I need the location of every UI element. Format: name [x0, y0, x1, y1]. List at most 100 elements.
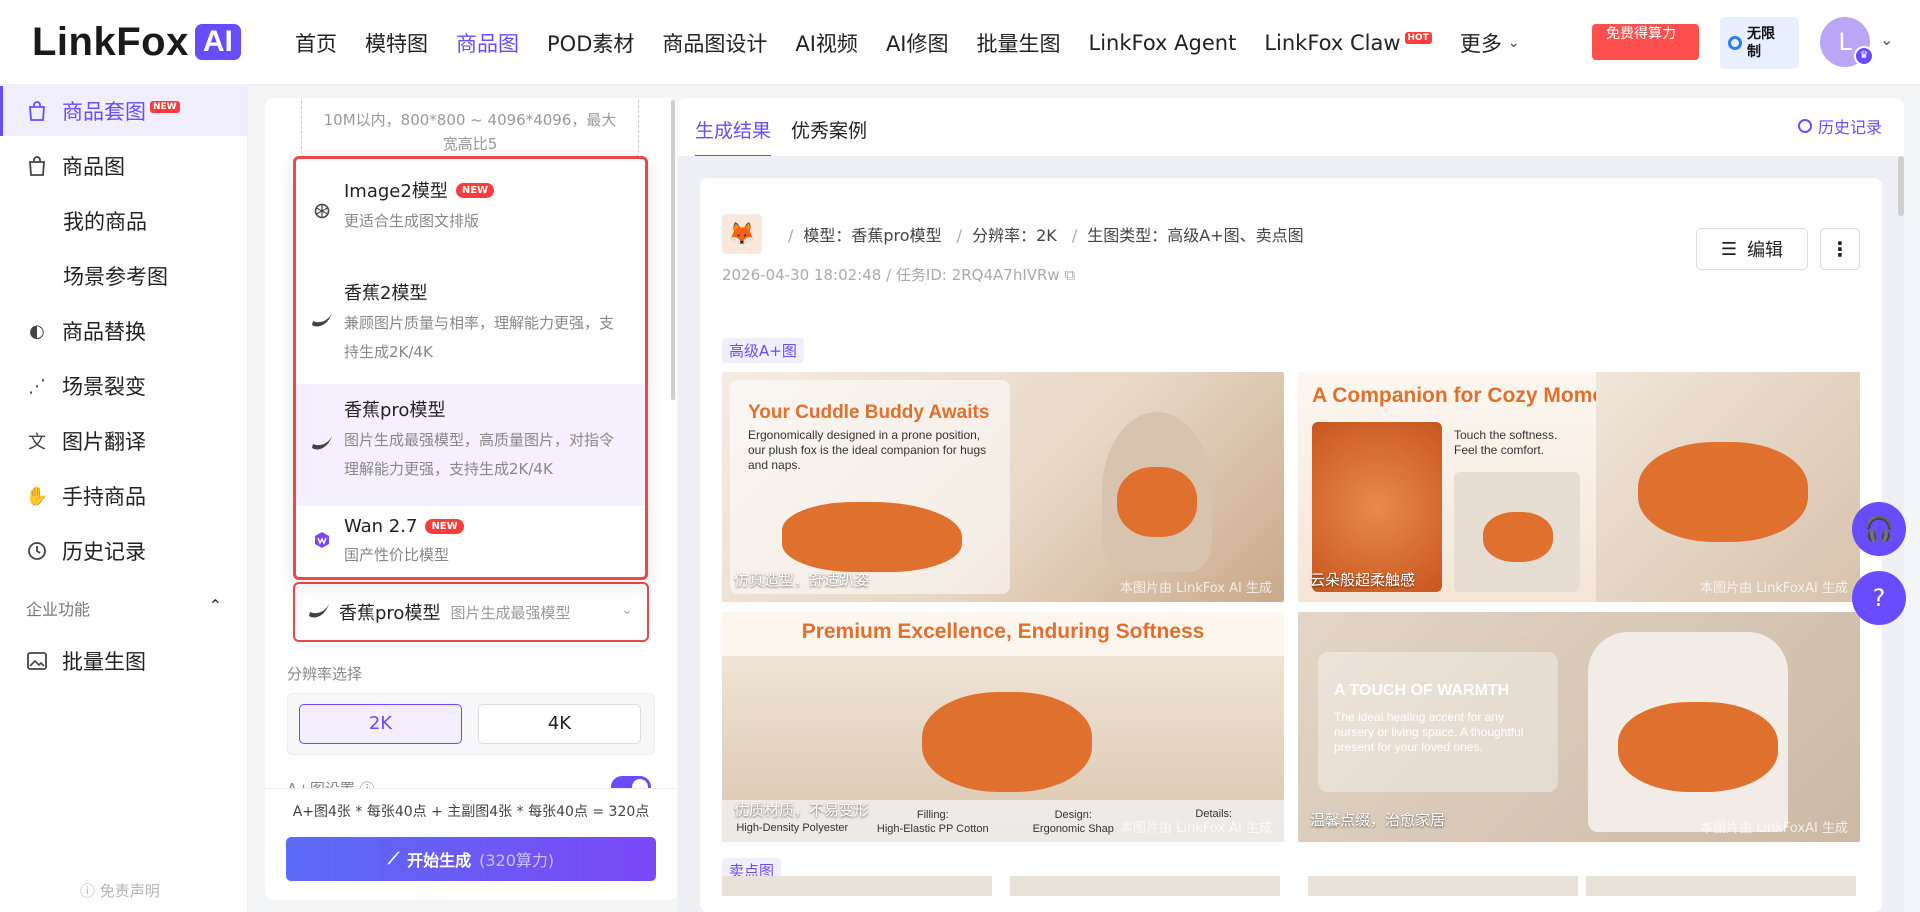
- resolution-group: 2K 4K: [287, 693, 655, 755]
- edit-button[interactable]: ☰ 编辑: [1696, 228, 1808, 270]
- section-tag-aplus: 高级A+图: [722, 338, 804, 363]
- chevron-up-icon: ⌃: [208, 596, 222, 615]
- fox-plush-shape: [1638, 442, 1808, 542]
- task-info: 2026-04-30 18:02:48 / 任务ID: 2RQ4A7hIVRw …: [722, 266, 1076, 284]
- wan-icon: [310, 528, 334, 552]
- generated-image-4[interactable]: A TOUCH OF WARMTH The ideal healing acce…: [1298, 612, 1860, 842]
- fox-plush-shape: [782, 502, 962, 572]
- tab-cases[interactable]: 优秀案例: [791, 116, 867, 158]
- sidebar-item-my-products[interactable]: 我的商品: [0, 196, 247, 246]
- nav-claw[interactable]: LinkFox Claw HOT: [1264, 31, 1432, 55]
- sidebar-item-batch[interactable]: 批量生图: [0, 636, 247, 686]
- model-dropdown: Image2模型 NEW 更适合生成图文排版 香蕉2模型 兼顾图片质量与相率，理解…: [293, 156, 648, 580]
- clock-icon: [1797, 119, 1812, 133]
- nav-product-design[interactable]: 商品图设计: [662, 28, 767, 58]
- nav-product-image[interactable]: 商品图: [456, 28, 519, 58]
- fur-closeup: [1312, 422, 1442, 592]
- chevron-down-icon: ⌄: [621, 602, 633, 618]
- generate-button[interactable]: ⟋ 开始生成 (320算力): [286, 837, 656, 881]
- nav-ai-retouch[interactable]: AI修图: [886, 28, 949, 58]
- model-option-banana-pro[interactable]: 香蕉pro模型 图片生成最强模型，高质量图片，对指令理解能力更强，支持生成2K/…: [296, 384, 645, 506]
- logo[interactable]: LinkFox AI: [32, 20, 241, 64]
- sidebar-item-handheld[interactable]: ✋ 手持商品: [0, 471, 247, 521]
- vip-icon: ♛: [1854, 46, 1874, 66]
- translate-icon: 文: [28, 432, 46, 453]
- generate-bar: A+图4张 * 每张40点 + 主副图4张 * 每张40点 = 320点 ⟋ 开…: [265, 788, 677, 900]
- banana-icon: [310, 307, 334, 331]
- openai-icon: [310, 199, 334, 223]
- results-scrollbar[interactable]: [1898, 156, 1904, 216]
- disclaimer-link[interactable]: ⓘ 免责声明: [80, 880, 160, 901]
- model-select[interactable]: 香蕉pro模型 图片生成最强模型 ⌄: [293, 582, 649, 642]
- generated-image-2[interactable]: A Companion for Cozy Moments Touch the s…: [1298, 372, 1860, 602]
- sidebar: 商品套图 NEW 商品图 我的商品 场景参考图 ◐ 商品替换 ⋰ 场景裂变 文 …: [0, 86, 248, 912]
- free-credits-button[interactable]: 免费得算力: [1592, 24, 1699, 60]
- help-icon[interactable]: ?: [1852, 571, 1906, 625]
- banana-icon: [307, 600, 331, 624]
- banana-icon: [310, 430, 334, 454]
- nav-ai-video[interactable]: AI视频: [795, 28, 858, 58]
- resolution-2k-button[interactable]: 2K: [299, 704, 462, 744]
- power-icon: [1728, 36, 1742, 50]
- panel-scrollbar[interactable]: [671, 100, 675, 400]
- share-icon: ⋰: [28, 375, 46, 397]
- sidebar-item-product-replace[interactable]: ◐ 商品替换: [0, 306, 247, 356]
- selling-image-preview[interactable]: [1586, 876, 1856, 896]
- result-tabs: 生成结果 优秀案例: [695, 116, 887, 158]
- nav-pod[interactable]: POD素材: [547, 28, 634, 58]
- selling-image-preview[interactable]: [722, 876, 992, 896]
- new-badge: NEW: [455, 182, 495, 198]
- copy-icon[interactable]: ⧉: [1064, 266, 1075, 284]
- selling-image-preview[interactable]: [1010, 876, 1280, 896]
- customer-service-icon[interactable]: 🎧: [1852, 502, 1906, 556]
- nav-agent[interactable]: LinkFox Agent: [1089, 31, 1237, 55]
- replace-icon: ◐: [29, 320, 45, 342]
- magic-wand-icon: ⟋: [387, 849, 400, 868]
- nav-home[interactable]: 首页: [295, 28, 337, 58]
- sliders-icon: ☰: [1720, 238, 1738, 260]
- hot-badge: HOT: [1404, 32, 1432, 44]
- sidebar-item-history[interactable]: 历史记录: [0, 526, 247, 576]
- main-nav: 首页 模特图 商品图 POD素材 商品图设计 AI视频 AI修图 批量生图 Li…: [295, 24, 1548, 62]
- chevron-down-icon[interactable]: ⌄: [1880, 30, 1893, 49]
- fox-plush-shape: [1618, 702, 1778, 792]
- bag-icon: [26, 100, 48, 122]
- sidebar-item-product-image[interactable]: 商品图: [0, 141, 247, 191]
- model-option-wan[interactable]: Wan 2.7 NEW 国产性价比模型: [296, 506, 645, 577]
- sidebar-item-image-translate[interactable]: 文 图片翻译: [0, 416, 247, 466]
- upload-hint[interactable]: 10M以内，800*800 ~ 4096*4096，最大宽高比5: [301, 98, 639, 158]
- fox-plush-shape: [1483, 512, 1553, 562]
- cost-formula: A+图4张 * 每张40点 + 主副图4张 * 每张40点 = 320点: [292, 804, 650, 820]
- history-link[interactable]: 历史记录: [1797, 114, 1882, 138]
- sidebar-item-scene-reference[interactable]: 场景参考图: [0, 251, 247, 301]
- model-option-image2[interactable]: Image2模型 NEW 更适合生成图文排版: [296, 177, 645, 277]
- top-navigation: LinkFox AI 首页 模特图 商品图 POD素材 商品图设计 AI视频 A…: [0, 0, 1920, 85]
- nav-more[interactable]: 更多 ⌄: [1460, 28, 1520, 58]
- results-panel: 生成结果 优秀案例 历史记录 🦊 / 模型：香蕉pro模型 / 分辨率：2K / 生图…: [678, 98, 1904, 912]
- selling-image-preview[interactable]: [1308, 876, 1578, 896]
- resolution-4k-button[interactable]: 4K: [478, 704, 641, 744]
- model-option-banana2[interactable]: 香蕉2模型 兼顾图片质量与相率，理解能力更强，支持生成2K/4K: [296, 269, 645, 385]
- hand-icon: ✋: [25, 485, 49, 507]
- product-thumbnail[interactable]: 🦊: [722, 214, 762, 254]
- enterprise-group-header[interactable]: 企业功能 ⌃: [26, 596, 222, 620]
- fox-plush-shape: [922, 692, 1092, 792]
- generated-image-1[interactable]: Your Cuddle Buddy Awaits Ergonomically d…: [722, 372, 1284, 602]
- result-card: 🦊 / 模型：香蕉pro模型 / 分辨率：2K / 生图类型：高级A+图、卖点图 20…: [700, 178, 1882, 912]
- tab-results[interactable]: 生成结果: [695, 116, 772, 158]
- nav-batch[interactable]: 批量生图: [977, 28, 1061, 58]
- chevron-down-icon: ⌄: [1507, 35, 1520, 51]
- unlimited-badge[interactable]: 无限制: [1720, 17, 1799, 69]
- generated-image-3[interactable]: Premium Excellence, Enduring Softness Hi…: [722, 612, 1284, 842]
- resolution-label: 分辨率选择: [287, 665, 363, 683]
- new-badge: NEW: [425, 519, 464, 534]
- image-icon: [26, 650, 48, 672]
- result-meta: / 模型：香蕉pro模型 / 分辨率：2K / 生图类型：高级A+图、卖点图: [788, 226, 1304, 245]
- fox-plush-shape: [1117, 467, 1197, 537]
- nav-model-image[interactable]: 模特图: [365, 28, 428, 58]
- sidebar-item-scene-fission[interactable]: ⋰ 场景裂变: [0, 361, 247, 411]
- clock-icon: [26, 540, 48, 562]
- bag-icon: [26, 155, 48, 177]
- more-options-button[interactable]: ⋮: [1820, 228, 1860, 270]
- sidebar-item-product-set[interactable]: 商品套图 NEW: [0, 86, 247, 136]
